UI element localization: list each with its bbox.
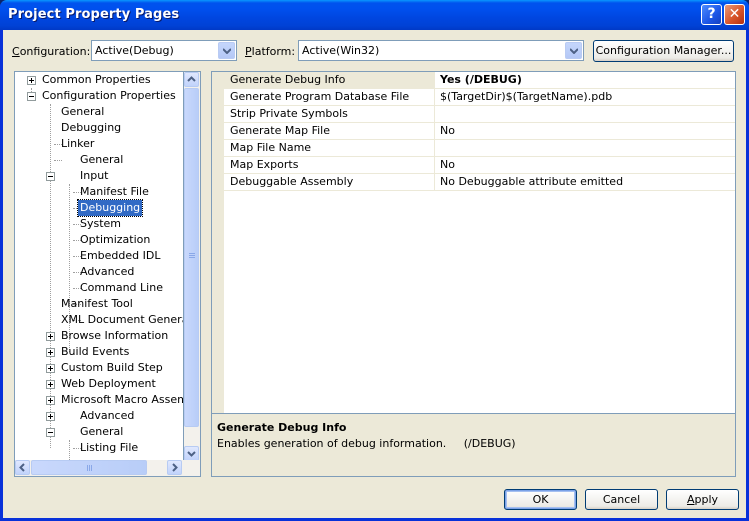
description-text: Enables generation of debug information.…: [217, 437, 516, 450]
property-value[interactable]: $(TargetDir)$(TargetName).pdb: [440, 89, 612, 105]
configuration-value: Active(Debug): [95, 44, 174, 57]
scroll-up-button[interactable]: [184, 72, 199, 87]
tree-item-custom-build-step[interactable]: Custom Build Step: [59, 360, 165, 376]
platform-label: Platform:: [245, 45, 296, 58]
property-row[interactable]: Map File Name: [224, 140, 735, 157]
property-row[interactable]: Generate Program Database File $(TargetD…: [224, 89, 735, 106]
tree-item-configuration-properties[interactable]: Configuration Properties: [40, 88, 178, 104]
tree-item-xml-document-generator[interactable]: XML Document Generator: [59, 312, 183, 328]
help-button[interactable]: ?: [701, 4, 722, 25]
expand-icon[interactable]: [27, 76, 36, 85]
chevron-right-icon: [172, 463, 178, 472]
configuration-manager-button[interactable]: Configuration Manager...: [593, 40, 734, 62]
category-tree[interactable]: Common Properties Configuration Properti…: [14, 71, 184, 477]
help-icon: ?: [707, 6, 716, 22]
chevron-left-icon: [19, 463, 25, 472]
expand-icon[interactable]: [46, 396, 55, 405]
tree-item-common-properties[interactable]: Common Properties: [40, 72, 153, 88]
chevron-down-icon: [223, 48, 231, 54]
chevron-down-icon: [187, 451, 196, 457]
expand-icon[interactable]: [46, 412, 55, 421]
scroll-left-button[interactable]: [15, 460, 30, 475]
platform-dropdown-arrow[interactable]: [565, 42, 582, 59]
property-row[interactable]: Generate Debug Info Yes (/DEBUG): [224, 72, 735, 89]
tree-item-masm-advanced[interactable]: Advanced: [78, 408, 136, 424]
tree-item-build-events[interactable]: Build Events: [59, 344, 131, 360]
scroll-thumb[interactable]: [184, 88, 199, 427]
tree-item-web-deployment[interactable]: Web Deployment: [59, 376, 158, 392]
scroll-down-button[interactable]: [184, 446, 199, 461]
property-row[interactable]: Debuggable Assembly No Debuggable attrib…: [224, 174, 735, 191]
tree-item-linker-optimization[interactable]: Optimization: [78, 232, 152, 248]
expand-icon[interactable]: [46, 364, 55, 373]
collapse-icon[interactable]: [46, 172, 55, 181]
expand-icon[interactable]: [46, 348, 55, 357]
tree-item-linker-embedded-idl[interactable]: Embedded IDL: [78, 248, 162, 264]
expand-icon[interactable]: [46, 380, 55, 389]
tree-item-masm-general[interactable]: General: [78, 424, 125, 440]
property-grid[interactable]: Generate Debug Info Yes (/DEBUG) Generat…: [211, 71, 736, 443]
tree-item-microsoft-macro-assembler[interactable]: Microsoft Macro Assembler: [59, 392, 183, 408]
property-value[interactable]: No: [440, 157, 455, 173]
expand-icon[interactable]: [46, 332, 55, 341]
property-name: Generate Program Database File: [224, 89, 435, 105]
tree-item-linker[interactable]: Linker: [59, 136, 96, 152]
tree-item-debugging[interactable]: Debugging: [59, 120, 123, 136]
property-value[interactable]: No Debuggable attribute emitted: [440, 174, 623, 190]
collapse-icon[interactable]: [27, 92, 36, 101]
configuration-dropdown[interactable]: Active(Debug): [91, 40, 237, 61]
property-name: Map Exports: [224, 157, 435, 173]
tree-item-linker-general[interactable]: General: [78, 152, 125, 168]
property-pages-window: Project Property Pages ? ✕ Configuration…: [0, 0, 749, 521]
property-value[interactable]: No: [440, 123, 455, 139]
tree-item-browse-information[interactable]: Browse Information: [59, 328, 170, 344]
tree-line: [54, 160, 62, 161]
scroll-right-button[interactable]: [167, 460, 182, 475]
property-name: Generate Debug Info: [224, 72, 435, 88]
property-row[interactable]: Map Exports No: [224, 157, 735, 174]
tree-item-manifest-tool[interactable]: Manifest Tool: [59, 296, 135, 312]
tree-item-linker-system[interactable]: System: [78, 216, 123, 232]
apply-button[interactable]: Apply: [666, 489, 739, 510]
collapse-icon[interactable]: [46, 428, 55, 437]
tree-item-linker-advanced[interactable]: Advanced: [78, 264, 136, 280]
title-bar[interactable]: Project Property Pages ? ✕: [0, 0, 749, 30]
configuration-dropdown-arrow[interactable]: [218, 42, 235, 59]
property-row[interactable]: Strip Private Symbols: [224, 106, 735, 123]
dialog-client-area: Configuration: Active(Debug) Platform: A…: [3, 30, 746, 518]
property-row[interactable]: Generate Map File No: [224, 123, 735, 140]
tree-item-linker-manifest-file[interactable]: Manifest File: [78, 184, 151, 200]
tree-item-general[interactable]: General: [59, 104, 106, 120]
tree-item-linker-debugging[interactable]: Debugging: [76, 199, 144, 217]
property-name: Strip Private Symbols: [224, 106, 435, 122]
tree-item-masm-listing-file[interactable]: Listing File: [78, 440, 140, 456]
property-value[interactable]: Yes (/DEBUG): [440, 72, 522, 88]
close-icon: ✕: [728, 6, 741, 22]
platform-value: Active(Win32): [302, 44, 380, 57]
chevron-up-icon: [187, 76, 196, 82]
property-name: Debuggable Assembly: [224, 174, 435, 190]
configuration-label: Configuration:: [12, 45, 91, 58]
description-pane: Generate Debug Info Enables generation o…: [211, 413, 736, 477]
tree-item-linker-input[interactable]: Input: [78, 168, 110, 184]
tree-item-linker-command-line[interactable]: Command Line: [78, 280, 165, 296]
property-grid-gutter: [212, 72, 224, 442]
platform-dropdown[interactable]: Active(Win32): [298, 40, 584, 61]
property-name: Map File Name: [224, 140, 435, 156]
ok-button[interactable]: OK: [504, 489, 577, 510]
tree-horizontal-scrollbar[interactable]: [14, 460, 201, 477]
tree-vertical-scrollbar[interactable]: [184, 71, 201, 462]
cancel-button[interactable]: Cancel: [585, 489, 658, 510]
close-button[interactable]: ✕: [724, 4, 745, 25]
chevron-down-icon: [570, 48, 578, 54]
description-title: Generate Debug Info: [217, 421, 347, 434]
window-title: Project Property Pages: [8, 7, 180, 22]
scroll-thumb-horizontal[interactable]: [31, 460, 147, 475]
property-name: Generate Map File: [224, 123, 435, 139]
